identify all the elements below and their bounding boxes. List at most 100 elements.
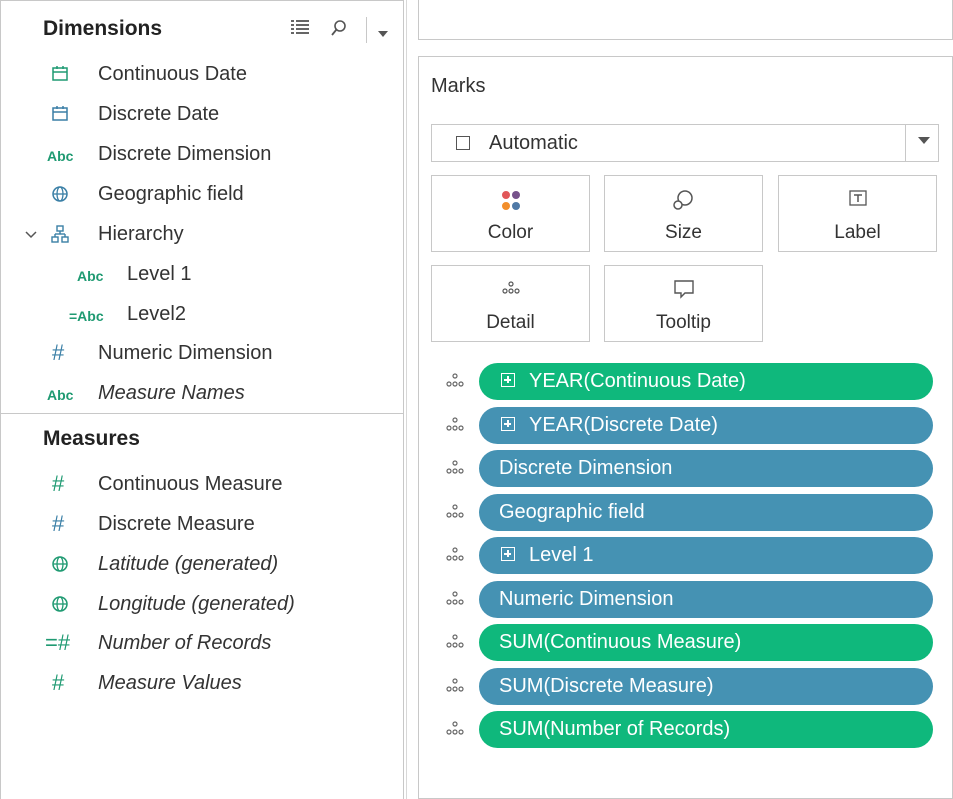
pill-row[interactable]: Geographic field: [441, 494, 933, 531]
dimension-item[interactable]: Hierarchy: [1, 217, 401, 253]
dimension-item[interactable]: Abc Discrete Dimension: [1, 137, 401, 173]
detail-icon: [432, 278, 589, 303]
color-button[interactable]: Color: [431, 175, 590, 252]
chevron-down-icon[interactable]: [25, 227, 37, 243]
pill-row[interactable]: YEAR(Discrete Date): [441, 407, 933, 444]
dimension-item[interactable]: Continuous Date: [1, 57, 401, 93]
field-pill[interactable]: SUM(Continuous Measure): [479, 624, 933, 661]
field-pill[interactable]: YEAR(Continuous Date): [479, 363, 933, 400]
abc-icon: Abc: [47, 148, 74, 164]
field-pill[interactable]: Discrete Dimension: [479, 450, 933, 487]
pill-row[interactable]: SUM(Number of Records): [441, 711, 933, 748]
pill-row[interactable]: Level 1: [441, 537, 933, 574]
pill-row[interactable]: SUM(Continuous Measure): [441, 624, 933, 661]
detail-label: Detail: [486, 312, 535, 333]
chevron-down-icon[interactable]: [377, 25, 389, 43]
calendar-icon: [51, 105, 69, 125]
field-pill[interactable]: Geographic field: [479, 494, 933, 531]
measures-heading: Measures: [43, 427, 140, 450]
dimension-item[interactable]: Abc Measure Names: [1, 376, 401, 412]
measure-item[interactable]: # Discrete Measure: [1, 507, 401, 543]
measure-item[interactable]: =# Number of Records: [1, 626, 401, 662]
field-label: Measure Names: [98, 382, 245, 404]
field-label: Number of Records: [98, 632, 272, 654]
pill-label: YEAR(Discrete Date): [529, 414, 718, 436]
detail-icon: [441, 589, 469, 609]
field-pill[interactable]: Numeric Dimension: [479, 581, 933, 618]
field-label: Discrete Date: [98, 103, 220, 125]
color-icon: [432, 188, 589, 219]
hash-icon: #: [52, 670, 65, 695]
field-label: Continuous Measure: [98, 473, 283, 495]
globe-icon: [51, 185, 69, 206]
measure-item[interactable]: Longitude (generated): [1, 587, 401, 623]
detail-icon: [441, 676, 469, 696]
field-pill[interactable]: Level 1: [479, 537, 933, 574]
pill-label: SUM(Continuous Measure): [499, 631, 742, 653]
pill-label: Numeric Dimension: [499, 588, 674, 610]
marks-card: Marks Automatic Color Size Label Detail …: [418, 56, 953, 799]
pill-row[interactable]: Numeric Dimension: [441, 581, 933, 618]
measure-item[interactable]: Latitude (generated): [1, 547, 401, 583]
pill-label: Level 1: [529, 544, 594, 566]
label-label: Label: [834, 222, 881, 243]
pill-label: YEAR(Continuous Date): [529, 370, 746, 392]
hash-icon: #: [52, 511, 65, 536]
pill-row[interactable]: SUM(Discrete Measure): [441, 668, 933, 705]
pill-label: SUM(Number of Records): [499, 718, 731, 740]
search-icon[interactable]: [331, 19, 347, 42]
measure-item[interactable]: # Measure Values: [1, 666, 401, 702]
field-label: Hierarchy: [98, 223, 184, 245]
field-label: Measure Values: [98, 672, 242, 694]
detail-icon: [441, 458, 469, 478]
field-label: Discrete Dimension: [98, 143, 272, 165]
text-label-icon: [779, 188, 936, 213]
square-mark-icon: [456, 136, 470, 150]
size-label: Size: [665, 222, 702, 243]
data-pane: Dimensions Continuous Date Discrete Date…: [0, 0, 404, 799]
field-label: Latitude (generated): [98, 553, 279, 575]
view-list-icon[interactable]: [291, 19, 309, 40]
globe-icon: [51, 595, 69, 616]
pill-row[interactable]: YEAR(Continuous Date): [441, 363, 933, 400]
hash-icon: =#: [45, 630, 71, 655]
dimensions-heading: Dimensions: [43, 17, 163, 40]
expand-icon[interactable]: [501, 417, 515, 431]
pill-row[interactable]: Discrete Dimension: [441, 450, 933, 487]
expand-icon[interactable]: [501, 547, 515, 561]
field-label: Continuous Date: [98, 63, 247, 85]
tooltip-icon: [605, 278, 762, 305]
detail-button[interactable]: Detail: [431, 265, 590, 342]
hash-icon: #: [52, 340, 65, 365]
dimension-item[interactable]: Abc Level 1: [1, 257, 401, 293]
detail-icon: [441, 502, 469, 522]
detail-icon: [441, 719, 469, 739]
field-label: Level2: [127, 303, 186, 325]
mark-type-dropdown[interactable]: Automatic: [431, 124, 939, 162]
calendar-icon: [51, 65, 69, 85]
field-label: Longitude (generated): [98, 593, 295, 615]
dimension-item[interactable]: # Numeric Dimension: [1, 336, 401, 372]
measure-item[interactable]: # Continuous Measure: [1, 467, 401, 503]
globe-icon: [51, 555, 69, 576]
pill-label: Discrete Dimension: [499, 457, 673, 479]
dimension-item[interactable]: Discrete Date: [1, 97, 401, 133]
shelf-area: [418, 0, 953, 40]
hierarchy-icon: [51, 225, 69, 246]
chevron-down-icon[interactable]: [918, 137, 930, 144]
size-icon: [605, 188, 762, 217]
marks-title: Marks: [431, 75, 486, 97]
field-pill[interactable]: SUM(Number of Records): [479, 711, 933, 748]
label-button[interactable]: Label: [778, 175, 937, 252]
field-pill[interactable]: SUM(Discrete Measure): [479, 668, 933, 705]
field-label: Numeric Dimension: [98, 342, 273, 364]
expand-icon[interactable]: [501, 373, 515, 387]
dimension-item[interactable]: =Abc Level2: [1, 297, 401, 333]
dimension-item[interactable]: Geographic field: [1, 177, 401, 213]
size-button[interactable]: Size: [604, 175, 763, 252]
abc-icon: =Abc: [69, 308, 104, 324]
tooltip-label: Tooltip: [656, 312, 711, 333]
field-pill[interactable]: YEAR(Discrete Date): [479, 407, 933, 444]
tooltip-button[interactable]: Tooltip: [604, 265, 763, 342]
field-label: Discrete Measure: [98, 513, 255, 535]
